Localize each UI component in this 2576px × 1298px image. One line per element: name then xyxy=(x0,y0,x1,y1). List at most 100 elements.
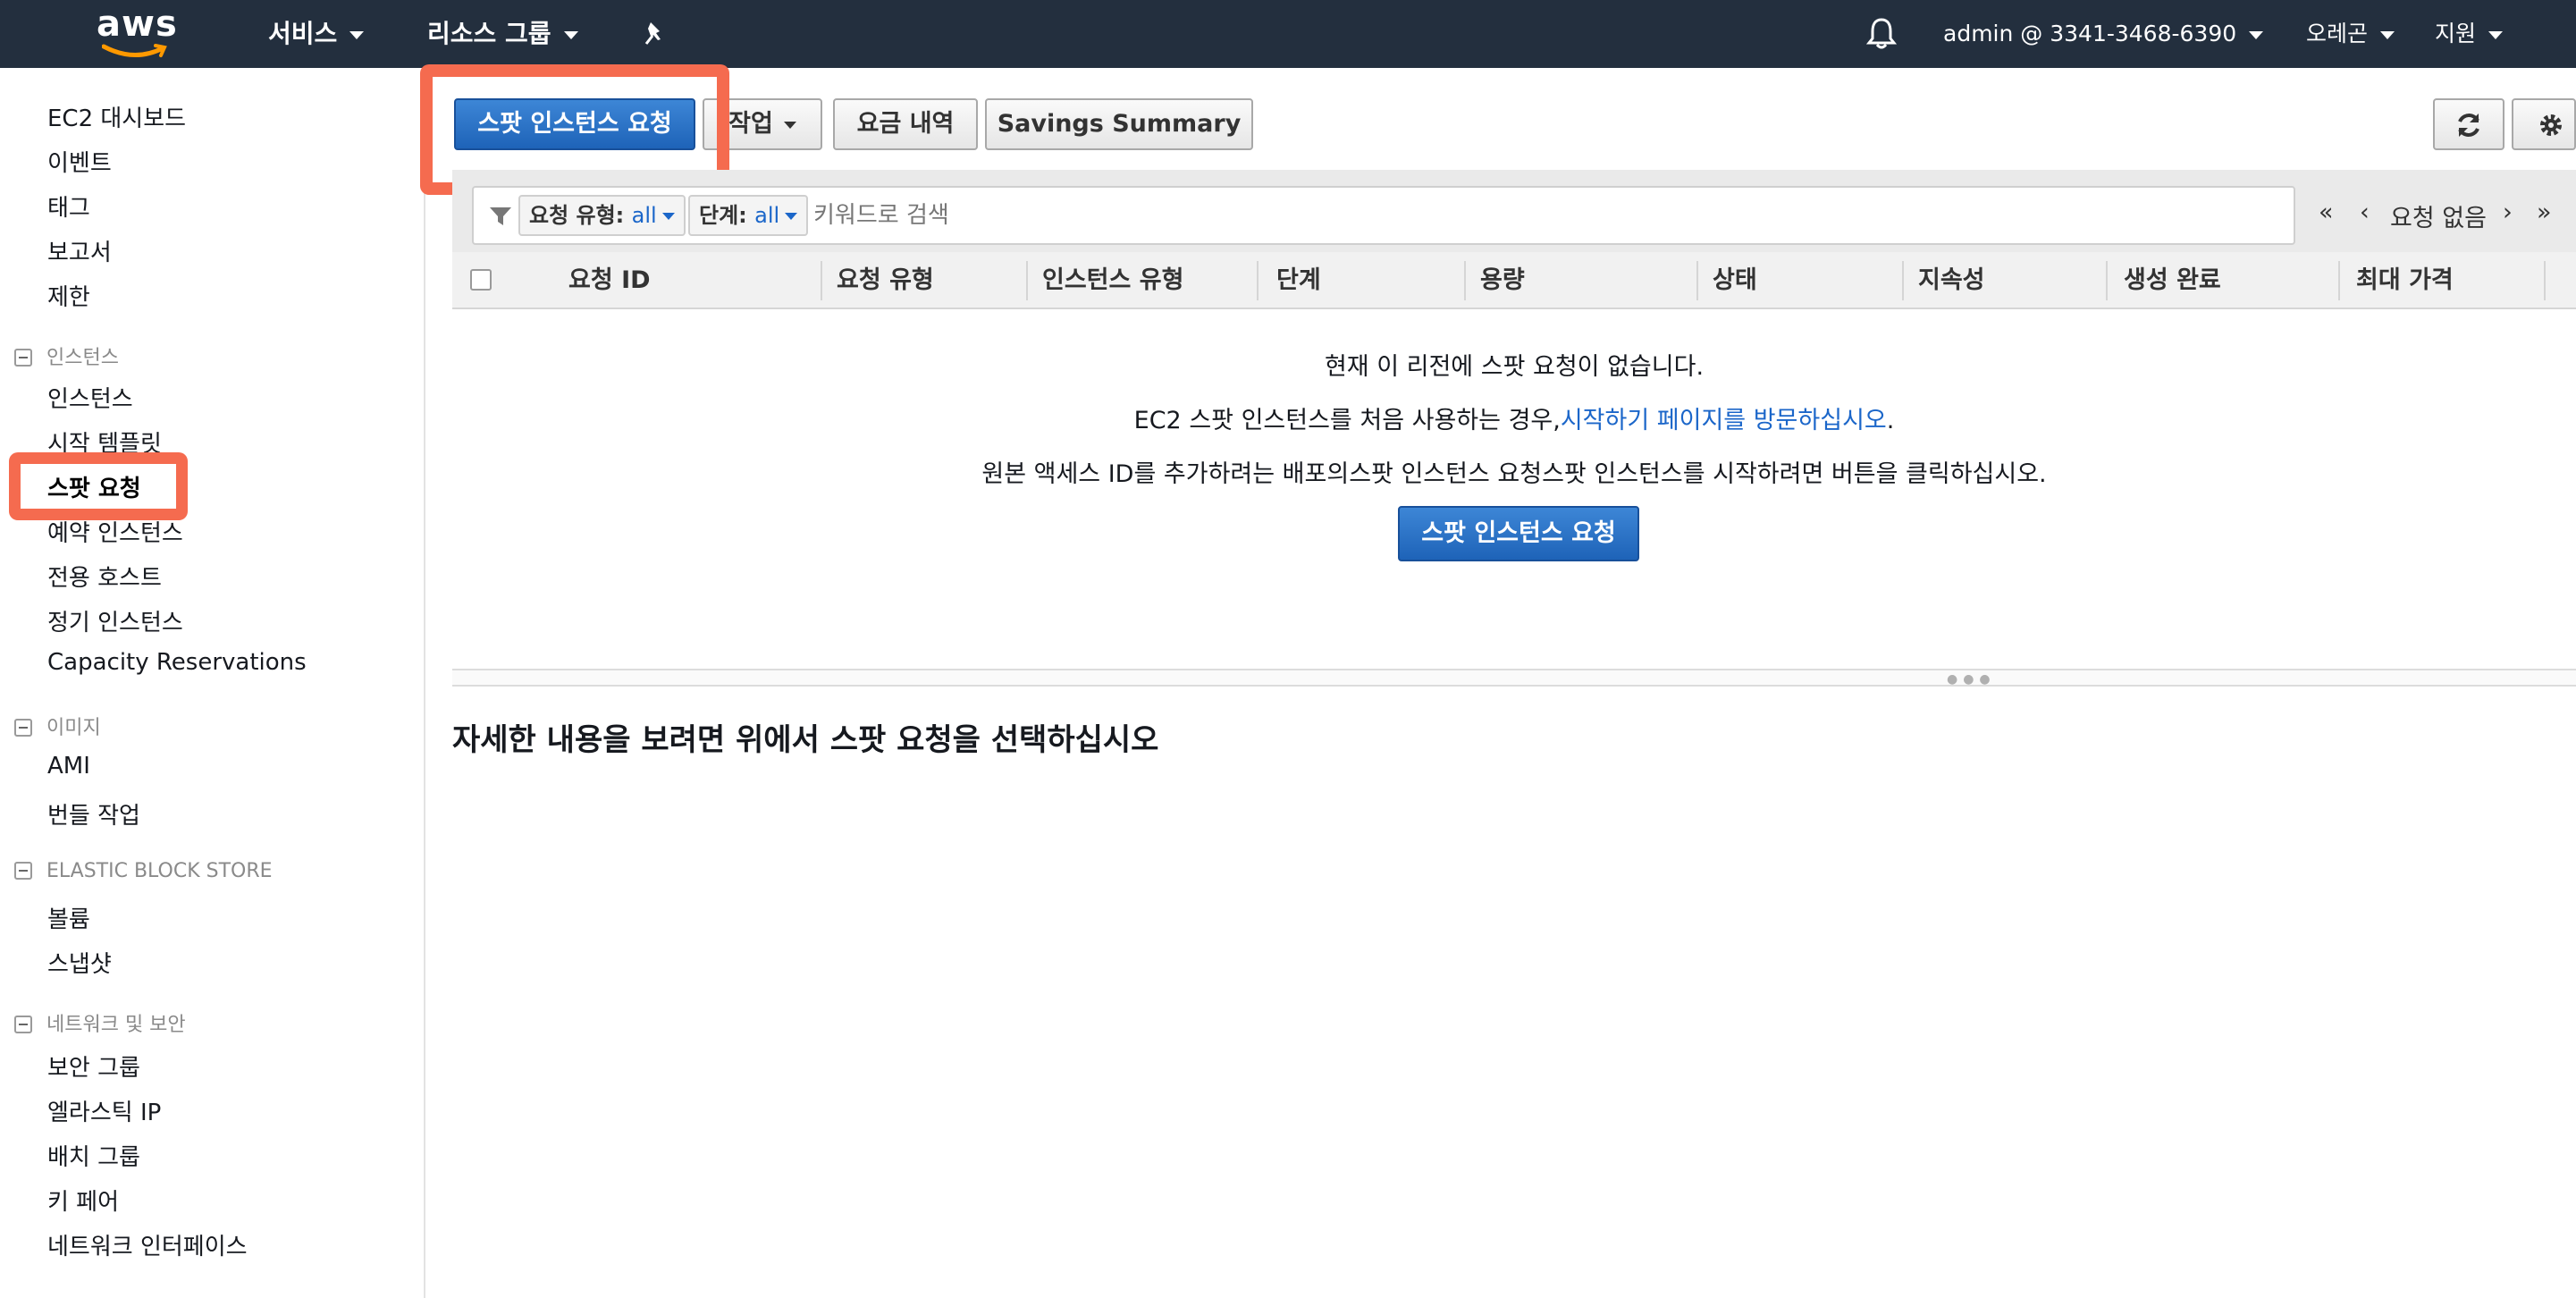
request-type-value: all xyxy=(631,203,657,228)
savings-summary-button[interactable]: Savings Summary xyxy=(985,98,1253,150)
sidebar-item-events[interactable]: 이벤트 xyxy=(47,145,112,178)
table-header: 요청 ID 요청 유형 인스턴스 유형 단계 용량 상태 지속성 생성 완료 최… xyxy=(452,252,2576,309)
sidebar-section-title: 이미지 xyxy=(46,717,101,739)
sidebar-item-capacity-reservations[interactable]: Capacity Reservations xyxy=(47,649,307,676)
chevron-down-icon xyxy=(785,213,798,220)
pricing-history-button[interactable]: 요금 내역 xyxy=(833,98,978,150)
empty-state-prefix: EC2 스팟 인스턴스를 처음 사용하는 경우, xyxy=(1133,407,1561,434)
collapse-icon xyxy=(14,1016,32,1033)
sidebar: EC2 대시보드 이벤트 태그 보고서 제한 인스턴스 인스턴스 시작 템플릿 … xyxy=(0,68,425,1298)
column-divider xyxy=(2544,261,2546,300)
select-all-checkbox[interactable] xyxy=(470,269,492,291)
request-type-label: 요청 유형: xyxy=(529,203,625,228)
pager-last[interactable]: » xyxy=(2537,198,2552,226)
sidebar-item-reports[interactable]: 보고서 xyxy=(47,234,112,267)
sidebar-item-ec2-dashboard[interactable]: EC2 대시보드 xyxy=(47,100,186,133)
column-request-id[interactable]: 요청 ID xyxy=(568,252,651,309)
request-type-filter[interactable]: 요청 유형: all xyxy=(518,195,686,236)
drag-handle-icon: ●●● xyxy=(1947,672,1996,687)
sidebar-item-dedicated-hosts[interactable]: 전용 호스트 xyxy=(47,560,162,593)
sidebar-item-key-pairs[interactable]: 키 페어 xyxy=(47,1184,119,1217)
keyword-search-input[interactable] xyxy=(813,195,2243,236)
sidebar-section-instances[interactable]: 인스턴스 xyxy=(14,341,119,370)
settings-button[interactable] xyxy=(2512,98,2576,150)
pager-prev[interactable]: ‹ xyxy=(2360,198,2370,226)
sidebar-section-title: 네트워크 및 보안 xyxy=(46,1014,186,1036)
sidebar-item-network-interfaces[interactable]: 네트워크 인터페이스 xyxy=(47,1228,248,1261)
empty-state-instructions: 원본 액세스 ID를 추가하려는 배포의스팟 인스턴스 요청스팟 인스턴스를 시… xyxy=(981,460,2047,488)
refresh-icon xyxy=(2458,113,2479,137)
sidebar-item-scheduled-instances[interactable]: 정기 인스턴스 xyxy=(47,604,183,637)
chevron-down-icon xyxy=(2488,30,2504,39)
services-label: 서비스 xyxy=(268,19,338,48)
gear-icon xyxy=(2540,114,2562,136)
chevron-down-icon xyxy=(2249,30,2264,39)
chevron-down-icon xyxy=(783,121,796,129)
column-state[interactable]: 단계 xyxy=(1276,252,1321,309)
sidebar-section-network-security[interactable]: 네트워크 및 보안 xyxy=(14,1008,186,1037)
state-filter[interactable]: 단계: all xyxy=(688,195,809,236)
column-divider xyxy=(2338,261,2340,300)
request-spot-instances-center-button[interactable]: 스팟 인스턴스 요청 xyxy=(1398,506,1639,561)
empty-state-getting-started: EC2 스팟 인스턴스를 처음 사용하는 경우,시작하기 페이지를 방문하십시오… xyxy=(452,400,2576,435)
column-divider xyxy=(1464,261,1466,300)
sidebar-item-ami[interactable]: AMI xyxy=(47,753,90,780)
region-menu[interactable]: 오레곤 xyxy=(2306,0,2395,68)
empty-state-suffix: . xyxy=(1886,407,1895,434)
column-divider xyxy=(1257,261,1259,300)
actions-label: 작업 xyxy=(728,110,773,138)
column-created[interactable]: 생성 완료 xyxy=(2124,252,2221,309)
pager-status: 요청 없음 xyxy=(2390,205,2487,232)
chevron-down-icon xyxy=(563,30,578,39)
sidebar-section-ebs[interactable]: ELASTIC BLOCK STORE xyxy=(14,860,273,882)
column-request-type[interactable]: 요청 유형 xyxy=(837,252,934,309)
pager-first[interactable]: « xyxy=(2319,198,2334,226)
refresh-button[interactable] xyxy=(2433,98,2504,150)
collapse-icon xyxy=(14,862,32,880)
sidebar-item-volumes[interactable]: 볼륨 xyxy=(47,901,90,934)
services-menu[interactable]: 서비스 xyxy=(268,0,365,68)
account-menu[interactable]: admin @ 3341-3468-6390 xyxy=(1943,0,2264,68)
sidebar-item-limits[interactable]: 제한 xyxy=(47,279,90,312)
getting-started-link[interactable]: 시작하기 페이지를 방문하십시오 xyxy=(1561,407,1887,434)
aws-logo-text: aws xyxy=(97,4,178,45)
aws-logo[interactable]: aws xyxy=(97,4,177,61)
chevron-down-icon xyxy=(349,30,365,39)
column-persistence[interactable]: 지속성 xyxy=(1918,252,1985,309)
resource-groups-menu[interactable]: 리소스 그룹 xyxy=(427,0,578,68)
support-label: 지원 xyxy=(2435,21,2477,46)
pane-splitter[interactable]: ●●● xyxy=(452,669,2576,687)
collapse-icon xyxy=(14,349,32,367)
bell-icon[interactable] xyxy=(1865,16,1898,52)
resource-groups-label: 리소스 그룹 xyxy=(427,19,551,48)
sidebar-item-instances[interactable]: 인스턴스 xyxy=(47,381,133,414)
pager-next[interactable]: › xyxy=(2503,198,2513,226)
column-instance-type[interactable]: 인스턴스 유형 xyxy=(1042,252,1183,309)
chevron-down-icon xyxy=(661,213,675,220)
column-divider xyxy=(1026,261,1028,300)
sidebar-item-security-groups[interactable]: 보안 그룹 xyxy=(47,1049,140,1083)
sidebar-section-title: ELASTIC BLOCK STORE xyxy=(46,860,273,882)
column-capacity[interactable]: 용량 xyxy=(1480,252,1525,309)
aws-smile-icon xyxy=(102,44,167,58)
filter-bar: 요청 유형: all 단계: all xyxy=(472,186,2295,245)
state-value: all xyxy=(754,203,780,228)
sidebar-section-images[interactable]: 이미지 xyxy=(14,712,101,740)
column-divider xyxy=(2106,261,2108,300)
sidebar-item-snapshots[interactable]: 스냅샷 xyxy=(47,946,112,979)
column-status[interactable]: 상태 xyxy=(1713,252,1757,309)
sidebar-item-tags[interactable]: 태그 xyxy=(47,190,90,223)
column-max-price[interactable]: 최대 가격 xyxy=(2356,252,2454,309)
pin-icon[interactable] xyxy=(642,20,669,48)
sidebar-section-title: 인스턴스 xyxy=(46,347,119,369)
account-label: admin @ 3341-3468-6390 xyxy=(1943,21,2237,46)
column-divider xyxy=(821,261,822,300)
filter-icon xyxy=(490,207,511,225)
sidebar-item-placement-groups[interactable]: 배치 그룹 xyxy=(47,1139,140,1172)
sidebar-item-bundle-tasks[interactable]: 번들 작업 xyxy=(47,797,140,830)
state-label: 단계: xyxy=(699,203,747,228)
column-divider xyxy=(1902,261,1904,300)
empty-state-message: 현재 이 리전에 스팟 요청이 없습니다. xyxy=(1324,353,1705,381)
support-menu[interactable]: 지원 xyxy=(2435,0,2504,68)
sidebar-item-elastic-ips[interactable]: 엘라스틱 IP xyxy=(47,1094,161,1127)
